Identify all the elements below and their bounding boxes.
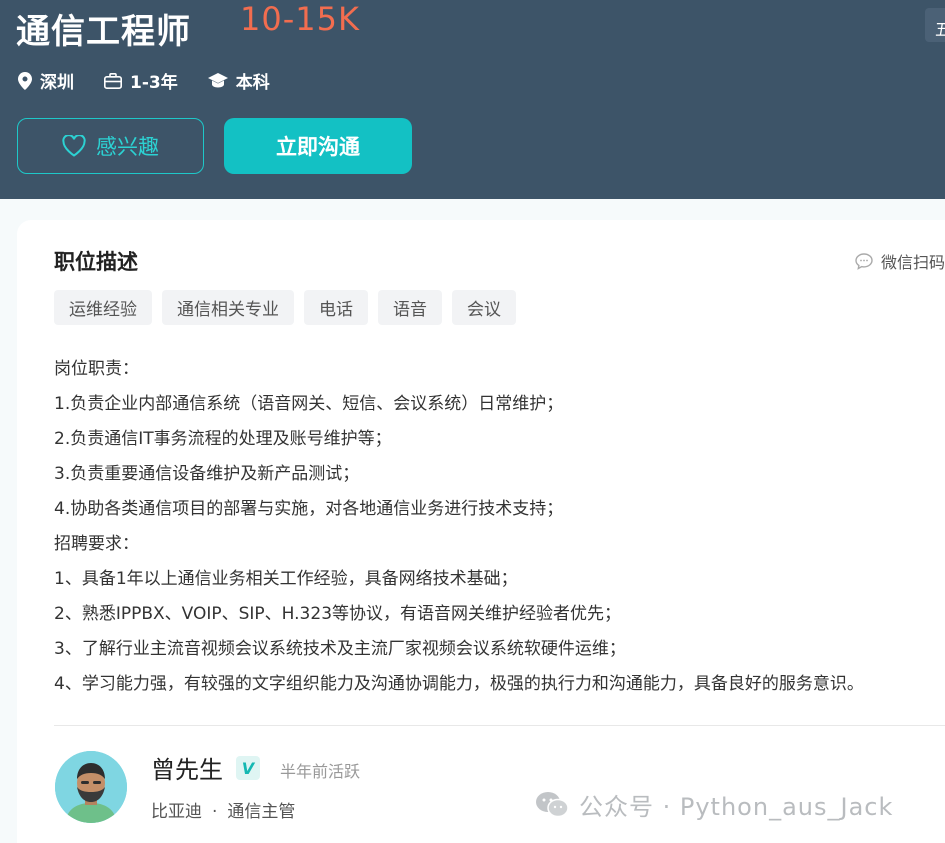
chat-bubble-icon bbox=[855, 252, 873, 270]
skill-tag[interactable]: 通信相关专业 bbox=[162, 290, 294, 325]
skill-tag[interactable]: 电话 bbox=[304, 290, 368, 325]
briefcase-icon bbox=[104, 72, 122, 89]
location-pin-icon bbox=[18, 71, 32, 90]
description-line: 1.负责企业内部通信系统（语音网关、短信、会议系统）日常维护； bbox=[54, 394, 564, 414]
description-line: 1、具备1年以上通信业务相关工作经验，具备网络技术基础； bbox=[54, 569, 518, 589]
meta-location: 深圳 bbox=[18, 68, 74, 93]
verified-badge-icon: V bbox=[236, 756, 260, 780]
recruiter-company: 比亚迪 · 通信主管 bbox=[151, 797, 295, 822]
company-name: 比亚迪 bbox=[151, 802, 202, 822]
recruiter-avatar[interactable] bbox=[55, 751, 127, 823]
watermark: 公众号 · Python_aus_Jack bbox=[535, 787, 893, 822]
wechat-logo-icon bbox=[536, 791, 569, 817]
job-description-text: 岗位职责： 1.负责企业内部通信系统（语音网关、短信、会议系统）日常维护； 2.… bbox=[54, 352, 945, 702]
skill-tag[interactable]: 运维经验 bbox=[54, 290, 152, 325]
job-header: 通信工程师 10-15K 五 深圳 1-3年 本科 感兴趣 立即沟通 bbox=[0, 0, 945, 199]
description-line: 3.负责重要通信设备维护及新产品测试； bbox=[54, 464, 360, 484]
corner-tag[interactable]: 五 bbox=[925, 8, 945, 42]
job-title: 通信工程师 bbox=[16, 12, 191, 52]
wechat-scan-link[interactable]: 微信扫码 bbox=[855, 249, 945, 273]
chat-now-button[interactable]: 立即沟通 bbox=[224, 118, 412, 174]
person-avatar-icon bbox=[55, 751, 127, 823]
section-title: 职位描述 bbox=[54, 250, 138, 274]
description-line: 4、学习能力强，有较强的文字组织能力及沟通协调能力，极强的执行力和沟通能力，具备… bbox=[54, 674, 864, 694]
active-status: 半年前活跃 bbox=[280, 762, 361, 781]
interest-button-label: 感兴趣 bbox=[96, 135, 159, 159]
chat-now-button-label: 立即沟通 bbox=[276, 135, 360, 159]
skill-tag[interactable]: 语音 bbox=[378, 290, 442, 325]
separator: · bbox=[212, 802, 218, 822]
location-text: 深圳 bbox=[40, 73, 74, 93]
meta-education: 本科 bbox=[207, 68, 270, 93]
graduation-cap-icon bbox=[207, 72, 228, 87]
skill-tags: 运维经验 通信相关专业 电话 语音 会议 bbox=[54, 290, 516, 325]
heart-icon bbox=[62, 135, 86, 157]
job-meta: 深圳 1-3年 本科 bbox=[18, 68, 300, 93]
recruiter-position: 通信主管 bbox=[227, 802, 296, 822]
description-line: 招聘要求： bbox=[54, 534, 139, 554]
description-line: 2.负责通信IT事务流程的处理及账号维护等； bbox=[54, 429, 392, 449]
divider bbox=[54, 725, 945, 726]
description-line: 2、熟悉IPPBX、VOIP、SIP、H.323等协议，有语音网关维护经验者优先… bbox=[54, 604, 622, 624]
description-line: 3、了解行业主流音视频会议系统技术及主流厂家视频会议系统软硬件运维； bbox=[54, 639, 626, 659]
recruiter-name: 曾先生 bbox=[151, 756, 223, 784]
education-text: 本科 bbox=[235, 73, 270, 93]
description-line: 岗位职责： bbox=[54, 359, 139, 379]
interest-button[interactable]: 感兴趣 bbox=[17, 118, 204, 174]
wechat-scan-text: 微信扫码 bbox=[881, 253, 945, 272]
description-line: 4.协助各类通信项目的部署与实施，对各地通信业务进行技术支持； bbox=[54, 499, 564, 519]
watermark-text: 公众号 · Python_aus_Jack bbox=[579, 793, 894, 821]
experience-text: 1-3年 bbox=[130, 73, 178, 93]
meta-experience: 1-3年 bbox=[104, 68, 178, 93]
skill-tag[interactable]: 会议 bbox=[452, 290, 516, 325]
salary: 10-15K bbox=[240, 0, 360, 38]
job-description-card: 职位描述 微信扫码 运维经验 通信相关专业 电话 语音 会议 岗位职责： 1.负… bbox=[17, 220, 945, 843]
